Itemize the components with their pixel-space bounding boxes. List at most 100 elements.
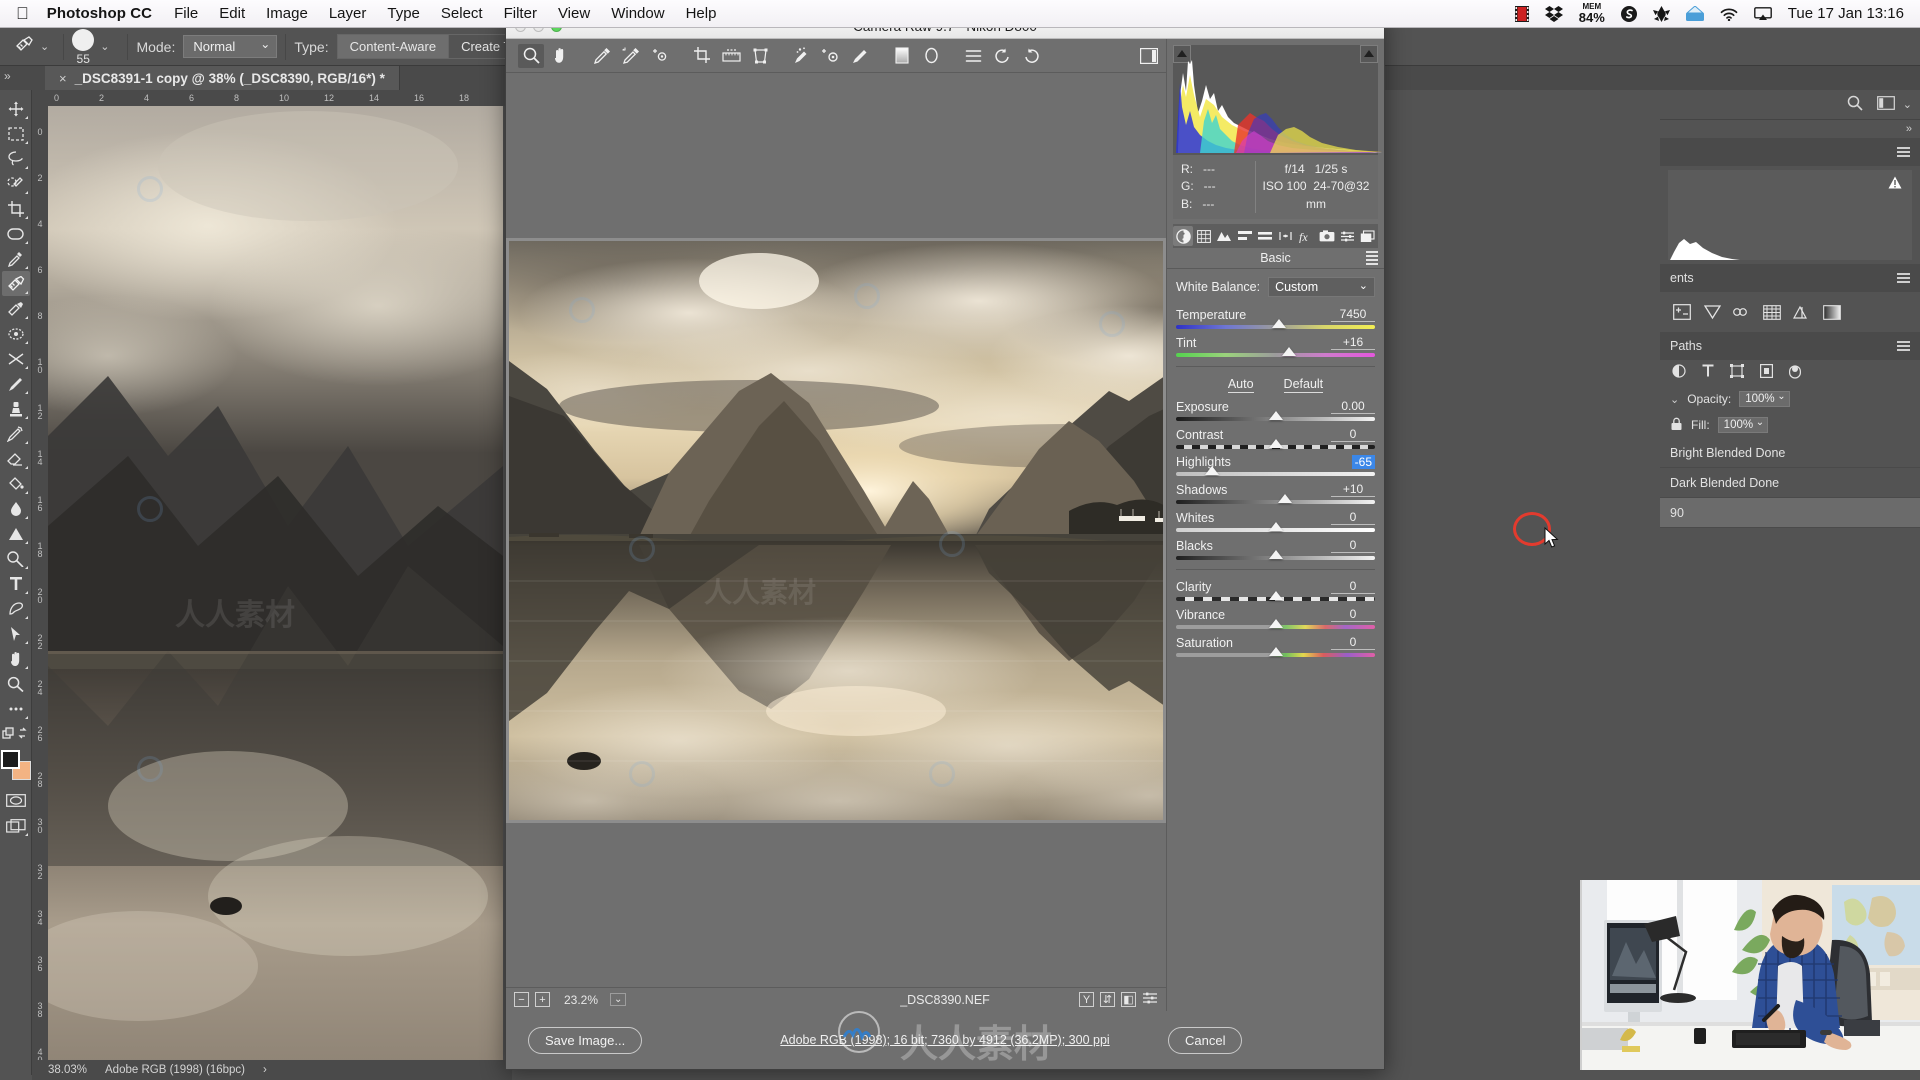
preview-area[interactable]: 人人素材 [506,73,1166,987]
panel-menu-icon[interactable] [1897,147,1910,157]
levels-icon[interactable] [1702,302,1722,322]
graduated-filter-tool-icon[interactable] [889,44,915,68]
eraser-tool-icon[interactable] [2,446,30,471]
slider-knob[interactable] [1272,319,1287,329]
snapshots-icon[interactable] [1358,226,1378,246]
instructor-video-overlay[interactable] [1580,880,1920,1070]
slider-track[interactable] [1176,647,1375,658]
slider-value[interactable]: +10 [1331,482,1375,498]
slider-value[interactable]: 7450 [1331,307,1375,323]
menu-bar-clock[interactable]: Tue 17 Jan 13:16 [1788,5,1904,22]
paint-bucket-tool-icon[interactable] [2,471,30,496]
slider-highlights[interactable]: Highlights -65 [1176,455,1375,477]
layer-row[interactable]: 90 [1660,498,1920,528]
menu-help[interactable]: Help [686,5,717,22]
slider-track[interactable] [1176,466,1375,477]
menu-type[interactable]: Type [387,5,420,22]
auto-button[interactable]: Auto [1227,377,1254,394]
slider-value[interactable]: 0.00 [1331,399,1375,415]
layer-row[interactable]: Bright Blended Done [1660,438,1920,468]
sync-icon[interactable]: ⇵ [1100,992,1115,1007]
slider-knob[interactable] [1282,347,1297,357]
eyedropper-tool-icon[interactable] [2,246,30,271]
radial-filter-tool-icon[interactable] [918,44,944,68]
yellow-warning-icon[interactable]: Y [1079,992,1094,1007]
panel-menu-icon[interactable] [1897,341,1910,351]
blur-tool-icon[interactable] [2,496,30,521]
menu-edit[interactable]: Edit [219,5,245,22]
blend-mode-caret-icon[interactable]: ⌄ [1670,393,1679,406]
slider-track[interactable] [1176,550,1375,561]
rotate-clockwise-icon[interactable] [1018,44,1044,68]
type-filter-icon[interactable] [1702,364,1714,382]
slider-knob[interactable] [1268,522,1283,532]
active-tool-preset[interactable]: ⌄ [0,36,55,57]
workspace-icon[interactable] [1876,96,1895,113]
more-tools-icon[interactable] [2,696,30,721]
quick-mask-mode-icon[interactable] [2,788,30,813]
preview-image-frame[interactable]: 人人素材 [506,237,1166,823]
hand-tool-icon[interactable] [547,44,573,68]
spot-removal-tool-icon[interactable] [789,44,815,68]
tool-preset-caret-icon[interactable]: ⌄ [40,40,49,53]
clone-stamp-tool-icon[interactable] [2,396,30,421]
collapse-icon[interactable]: » [1906,123,1912,135]
slider-blacks[interactable]: Blacks 0 [1176,538,1375,561]
lasso-tool-icon[interactable] [2,146,30,171]
blend-mode-select[interactable]: Normal [183,35,278,58]
slider-contrast[interactable]: Contrast 0 [1176,427,1375,450]
zoom-tool-icon[interactable] [518,43,544,68]
slider-value[interactable]: -65 [1351,455,1375,470]
crop-tool-icon[interactable] [689,44,715,68]
zoom-level[interactable]: 38.03% [48,1064,87,1076]
menu-view[interactable]: View [558,5,590,22]
presets-icon[interactable] [1337,226,1357,246]
menu-image[interactable]: Image [266,5,308,22]
slider-whites[interactable]: Whites 0 [1176,510,1375,533]
panel-menu-icon[interactable] [1366,251,1378,266]
pen-tool-icon[interactable] [2,596,30,621]
slider-value[interactable]: 0 [1331,607,1375,623]
lock-icon[interactable] [1670,417,1683,434]
slider-track[interactable] [1176,591,1375,602]
slider-knob[interactable] [1268,439,1283,449]
brush-picker-caret-icon[interactable]: ⌄ [100,40,109,53]
transform-tool-icon[interactable] [747,44,773,68]
slider-shadows[interactable]: Shadows +10 [1176,482,1375,505]
mail-icon[interactable] [1685,5,1704,22]
red-eye-tool-icon[interactable] [2,321,30,346]
panel-collapse-row[interactable]: » [1660,120,1920,138]
white-balance-select[interactable]: Custom ⌄ [1268,277,1375,298]
slider-track[interactable] [1176,494,1375,505]
menu-window[interactable]: Window [611,5,664,22]
split-toning-icon[interactable] [1255,226,1275,246]
document-tab[interactable]: × _DSC8391-1 copy @ 38% (_DSC8390, RGB/1… [45,66,400,90]
fill-view-icon[interactable]: + [535,992,550,1007]
slider-track[interactable] [1176,411,1375,422]
slider-knob[interactable] [1204,466,1219,476]
slider-value[interactable]: 0 [1331,635,1375,651]
path-selection-tool-icon[interactable] [2,621,30,646]
marquee-tool-icon[interactable] [2,121,30,146]
slider-value[interactable]: 0 [1331,579,1375,595]
layer-row[interactable]: Dark Blended Done [1660,468,1920,498]
opacity-value[interactable]: 100% [1739,391,1790,407]
warning-icon[interactable] [1888,176,1902,194]
sponge-tool-icon[interactable] [2,546,30,571]
slider-temperature[interactable]: Temperature 7450 [1176,307,1375,330]
menu-select[interactable]: Select [441,5,483,22]
dodge-tool-icon[interactable] [2,521,30,546]
red-eye-removal-tool-icon[interactable] [818,44,844,68]
color-sampler-tool-icon[interactable] [618,44,644,68]
targeted-adjustment-tool-icon[interactable] [647,44,673,68]
save-image-button[interactable]: Save Image... [528,1026,643,1054]
tone-curve-icon[interactable] [1194,226,1214,246]
toggle-filters-icon[interactable] [1789,363,1802,384]
app-icon[interactable] [1652,5,1670,22]
gradient-map-icon[interactable] [1822,302,1842,322]
slider-clarity[interactable]: Clarity 0 [1176,579,1375,602]
lens-correction-icon[interactable] [1276,226,1296,246]
hue-saturation-icon[interactable] [1792,302,1812,322]
type-tool-icon[interactable] [2,571,30,596]
panel-expand-icon[interactable]: » [4,69,11,83]
